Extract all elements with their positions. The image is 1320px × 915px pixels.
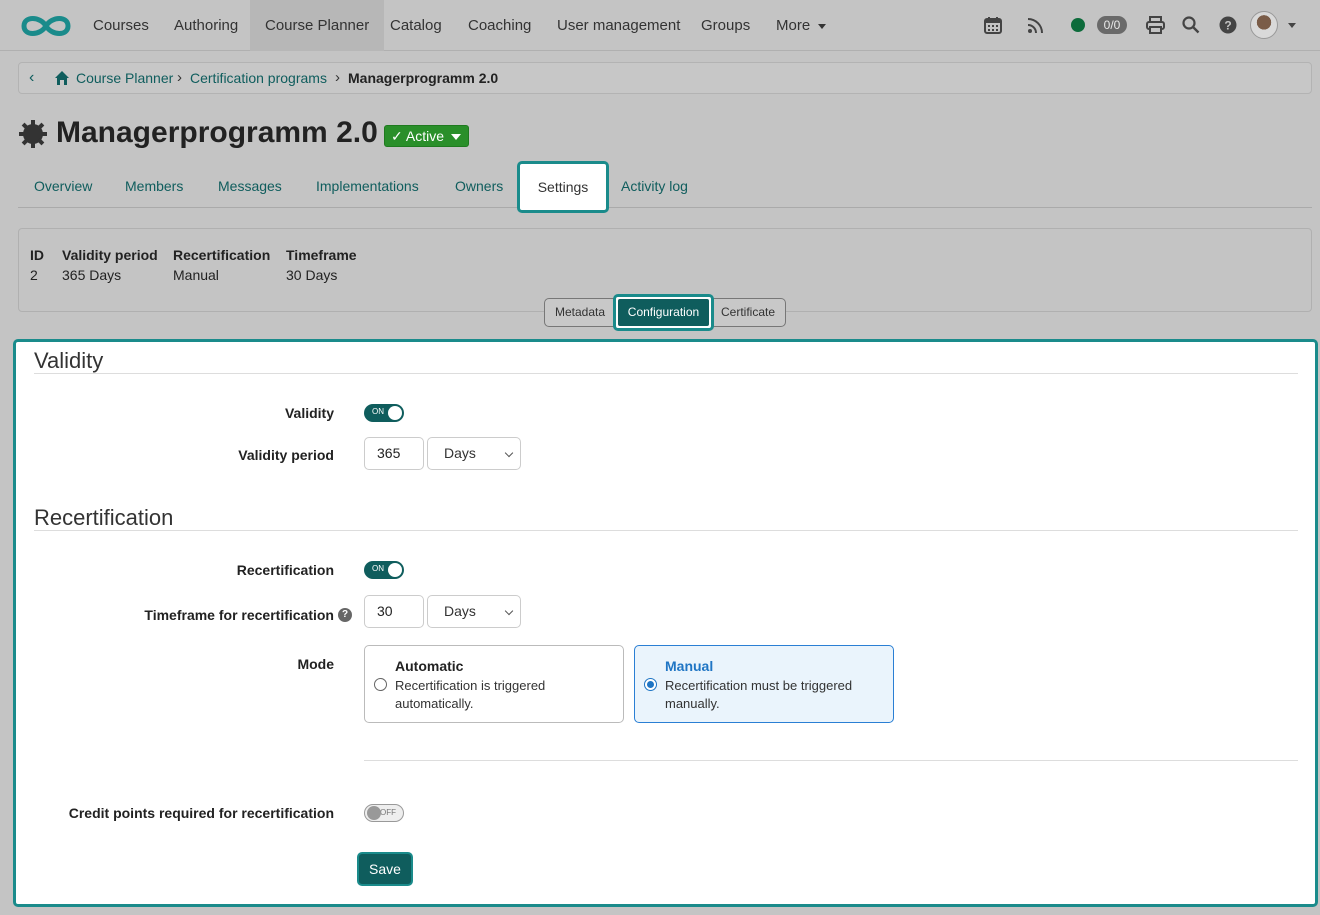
tab-messages[interactable]: Messages bbox=[218, 178, 282, 194]
configuration-panel: Validity Validity ON Validity period 365… bbox=[13, 339, 1318, 907]
tab-activity-log[interactable]: Activity log bbox=[621, 178, 688, 194]
chevron-down-icon bbox=[818, 23, 827, 29]
mode-title-manual: Manual bbox=[665, 658, 714, 674]
back-icon[interactable]: ‹ bbox=[29, 69, 34, 87]
chevron-down-icon bbox=[504, 448, 514, 458]
nav-groups[interactable]: Groups bbox=[686, 0, 765, 51]
calendar-icon[interactable] bbox=[984, 16, 1002, 34]
validity-period-unit-select[interactable]: Days bbox=[427, 437, 521, 470]
toggle-knob bbox=[388, 406, 402, 420]
certification-program-icon bbox=[19, 120, 47, 148]
validity-toggle[interactable]: ON bbox=[364, 404, 404, 422]
breadcrumb-certification-programs[interactable]: Certification programs bbox=[190, 70, 327, 86]
toggle-state: ON bbox=[372, 564, 384, 573]
toggle-knob bbox=[367, 806, 381, 820]
summary-value-validity-period: 365 Days bbox=[62, 267, 122, 283]
mode-desc-automatic: Recertification is triggered automatical… bbox=[395, 678, 546, 711]
rss-icon[interactable] bbox=[1027, 17, 1044, 34]
divider bbox=[364, 760, 1298, 761]
radio-manual[interactable] bbox=[644, 678, 657, 691]
toggle-state: OFF bbox=[380, 808, 396, 817]
toggle-state: ON bbox=[372, 407, 384, 416]
mode-card-automatic[interactable]: Automatic Recertification is triggered a… bbox=[364, 645, 624, 723]
mode-desc-manual: Recertification must be triggered manual… bbox=[665, 678, 853, 711]
timeframe-unit-select[interactable]: Days bbox=[427, 595, 521, 628]
recertification-toggle[interactable]: ON bbox=[364, 561, 404, 579]
summary-value-recertification: Manual bbox=[173, 267, 219, 283]
radio-automatic[interactable] bbox=[374, 678, 387, 691]
chevron-down-icon bbox=[504, 606, 514, 616]
credit-points-toggle[interactable]: OFF bbox=[364, 804, 404, 822]
status-label: Active bbox=[405, 128, 444, 144]
save-button[interactable]: Save bbox=[357, 852, 413, 886]
subtab-certificate[interactable]: Certificate bbox=[710, 298, 786, 327]
tab-members[interactable]: Members bbox=[125, 178, 183, 194]
nav-authoring[interactable]: Authoring bbox=[159, 0, 253, 51]
status-dropdown[interactable]: ✓ Active bbox=[384, 125, 469, 147]
validity-period-input[interactable]: 365 bbox=[364, 437, 424, 470]
tab-implementations[interactable]: Implementations bbox=[316, 178, 419, 194]
count-badge[interactable]: 0/0 bbox=[1097, 16, 1127, 34]
credit-points-label: Credit points required for recertificati… bbox=[68, 805, 334, 821]
timeframe-label: Timeframe for recertification bbox=[144, 607, 334, 623]
summary-value-timeframe: 30 Days bbox=[286, 267, 338, 283]
search-icon[interactable] bbox=[1182, 16, 1200, 34]
section-title-validity: Validity bbox=[34, 348, 104, 373]
breadcrumb-current: Managerprogramm 2.0 bbox=[348, 70, 499, 86]
nav-more-label: More bbox=[776, 17, 811, 34]
validity-label: Validity bbox=[284, 405, 334, 421]
select-value: Days bbox=[444, 445, 476, 461]
check-icon: ✓ bbox=[391, 128, 403, 144]
select-value: Days bbox=[444, 603, 476, 619]
chevron-right-icon: › bbox=[177, 69, 182, 86]
validity-period-label: Validity period bbox=[238, 447, 334, 463]
tab-settings[interactable]: Settings bbox=[517, 161, 609, 213]
nav-coaching[interactable]: Coaching bbox=[453, 0, 546, 51]
divider bbox=[34, 373, 1298, 374]
help-icon[interactable]: ? bbox=[338, 608, 352, 622]
top-navigation: Courses Authoring Course Planner Catalog… bbox=[0, 0, 1320, 51]
tab-owners[interactable]: Owners bbox=[455, 178, 503, 194]
summary-header-id: ID bbox=[30, 247, 44, 263]
timeframe-input[interactable]: 30 bbox=[364, 595, 424, 628]
recertification-label: Recertification bbox=[236, 562, 334, 578]
tab-overview[interactable]: Overview bbox=[34, 178, 92, 194]
mode-card-manual[interactable]: Manual Recertification must be triggered… bbox=[634, 645, 894, 723]
subtab-configuration[interactable]: Configuration bbox=[618, 299, 709, 326]
summary-header-timeframe: Timeframe bbox=[286, 247, 357, 263]
chevron-right-icon: › bbox=[335, 69, 340, 86]
mode-title-automatic: Automatic bbox=[395, 658, 464, 674]
home-icon[interactable] bbox=[54, 70, 70, 86]
help-icon[interactable]: ? bbox=[1219, 16, 1237, 34]
avatar[interactable] bbox=[1250, 11, 1278, 39]
summary-header-validity-period: Validity period bbox=[62, 247, 158, 263]
section-title-recertification: Recertification bbox=[34, 505, 174, 530]
summary-value-id: 2 bbox=[30, 267, 38, 283]
tab-bar: Overview Members Messages Implementation… bbox=[18, 166, 1312, 208]
nav-courses[interactable]: Courses bbox=[78, 0, 164, 51]
nav-course-planner[interactable]: Course Planner bbox=[250, 0, 385, 51]
breadcrumb-course-planner[interactable]: Course Planner bbox=[76, 70, 173, 86]
breadcrumb: ‹ Course Planner › Certification program… bbox=[18, 62, 1312, 94]
chevron-down-icon bbox=[451, 134, 461, 140]
divider bbox=[34, 530, 1298, 531]
logo-icon[interactable] bbox=[18, 12, 74, 40]
toggle-knob bbox=[388, 563, 402, 577]
chevron-down-icon[interactable] bbox=[1288, 23, 1296, 28]
subtab-configuration-focus: Configuration bbox=[613, 294, 714, 331]
nav-more[interactable]: More bbox=[761, 0, 841, 51]
nav-catalog[interactable]: Catalog bbox=[375, 0, 457, 51]
status-dot-icon[interactable] bbox=[1071, 18, 1085, 32]
page-title: Managerprogramm 2.0 bbox=[56, 116, 378, 149]
print-icon[interactable] bbox=[1146, 16, 1165, 34]
mode-label: Mode bbox=[297, 656, 334, 672]
subtab-metadata[interactable]: Metadata bbox=[544, 298, 616, 327]
summary-header-recertification: Recertification bbox=[173, 247, 271, 263]
nav-user-management[interactable]: User management bbox=[542, 0, 695, 51]
svg-text:?: ? bbox=[1224, 19, 1231, 33]
